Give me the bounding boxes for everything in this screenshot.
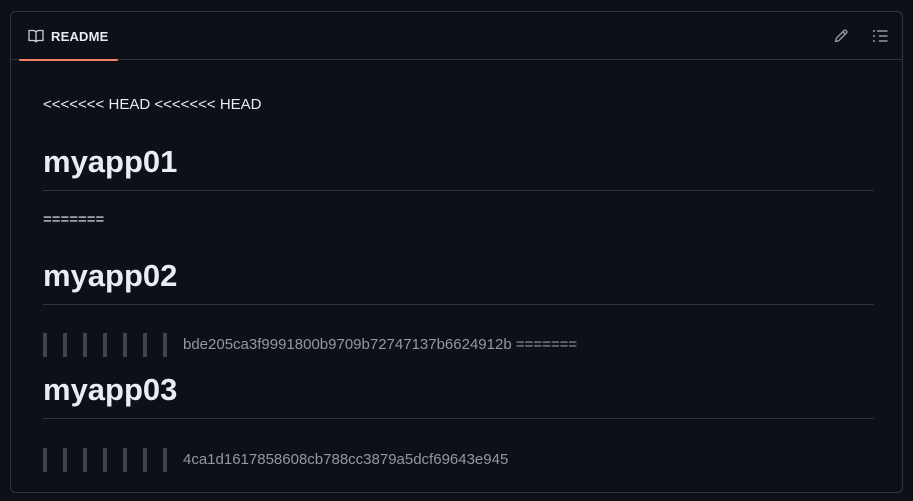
blockquote-bar [63, 448, 67, 472]
pencil-icon[interactable] [832, 27, 850, 45]
tab-readme[interactable]: README [19, 12, 118, 61]
conflict-marker-head: <<<<<<< HEAD <<<<<<< HEAD [43, 96, 262, 113]
blockquote-bar [163, 333, 167, 357]
book-icon [28, 29, 44, 43]
readme-panel: README <<<<<<< HEAD <<<<<<< HEAD myapp01… [10, 11, 903, 493]
blockquote-bar [63, 333, 67, 357]
blockquote-bar [103, 333, 107, 357]
blockquote-bar [43, 333, 47, 357]
blockquote-bar [123, 448, 127, 472]
active-tab-indicator [19, 59, 118, 61]
blockquote-bar [143, 333, 147, 357]
tab-readme-label: README [51, 29, 109, 44]
blockquote-bar [43, 448, 47, 472]
blockquote-bar [83, 333, 87, 357]
conflict-separator: ======= [43, 211, 105, 228]
blockquote-bar [143, 448, 147, 472]
blockquote-bar [123, 333, 127, 357]
blockquote-bar [103, 448, 107, 472]
blockquote-bar [163, 448, 167, 472]
commit-hash-quote-1: bde205ca3f9991800b9709b72747137b6624912b… [183, 336, 578, 353]
readme-header: README [11, 12, 902, 61]
list-icon[interactable] [871, 27, 889, 45]
heading-myapp03: myapp03 [43, 371, 874, 419]
commit-hash-quote-2: 4ca1d1617858608cb788cc3879a5dcf69643e945 [183, 451, 509, 468]
heading-myapp02: myapp02 [43, 257, 874, 305]
heading-myapp01: myapp01 [43, 143, 874, 191]
blockquote-bar [83, 448, 87, 472]
